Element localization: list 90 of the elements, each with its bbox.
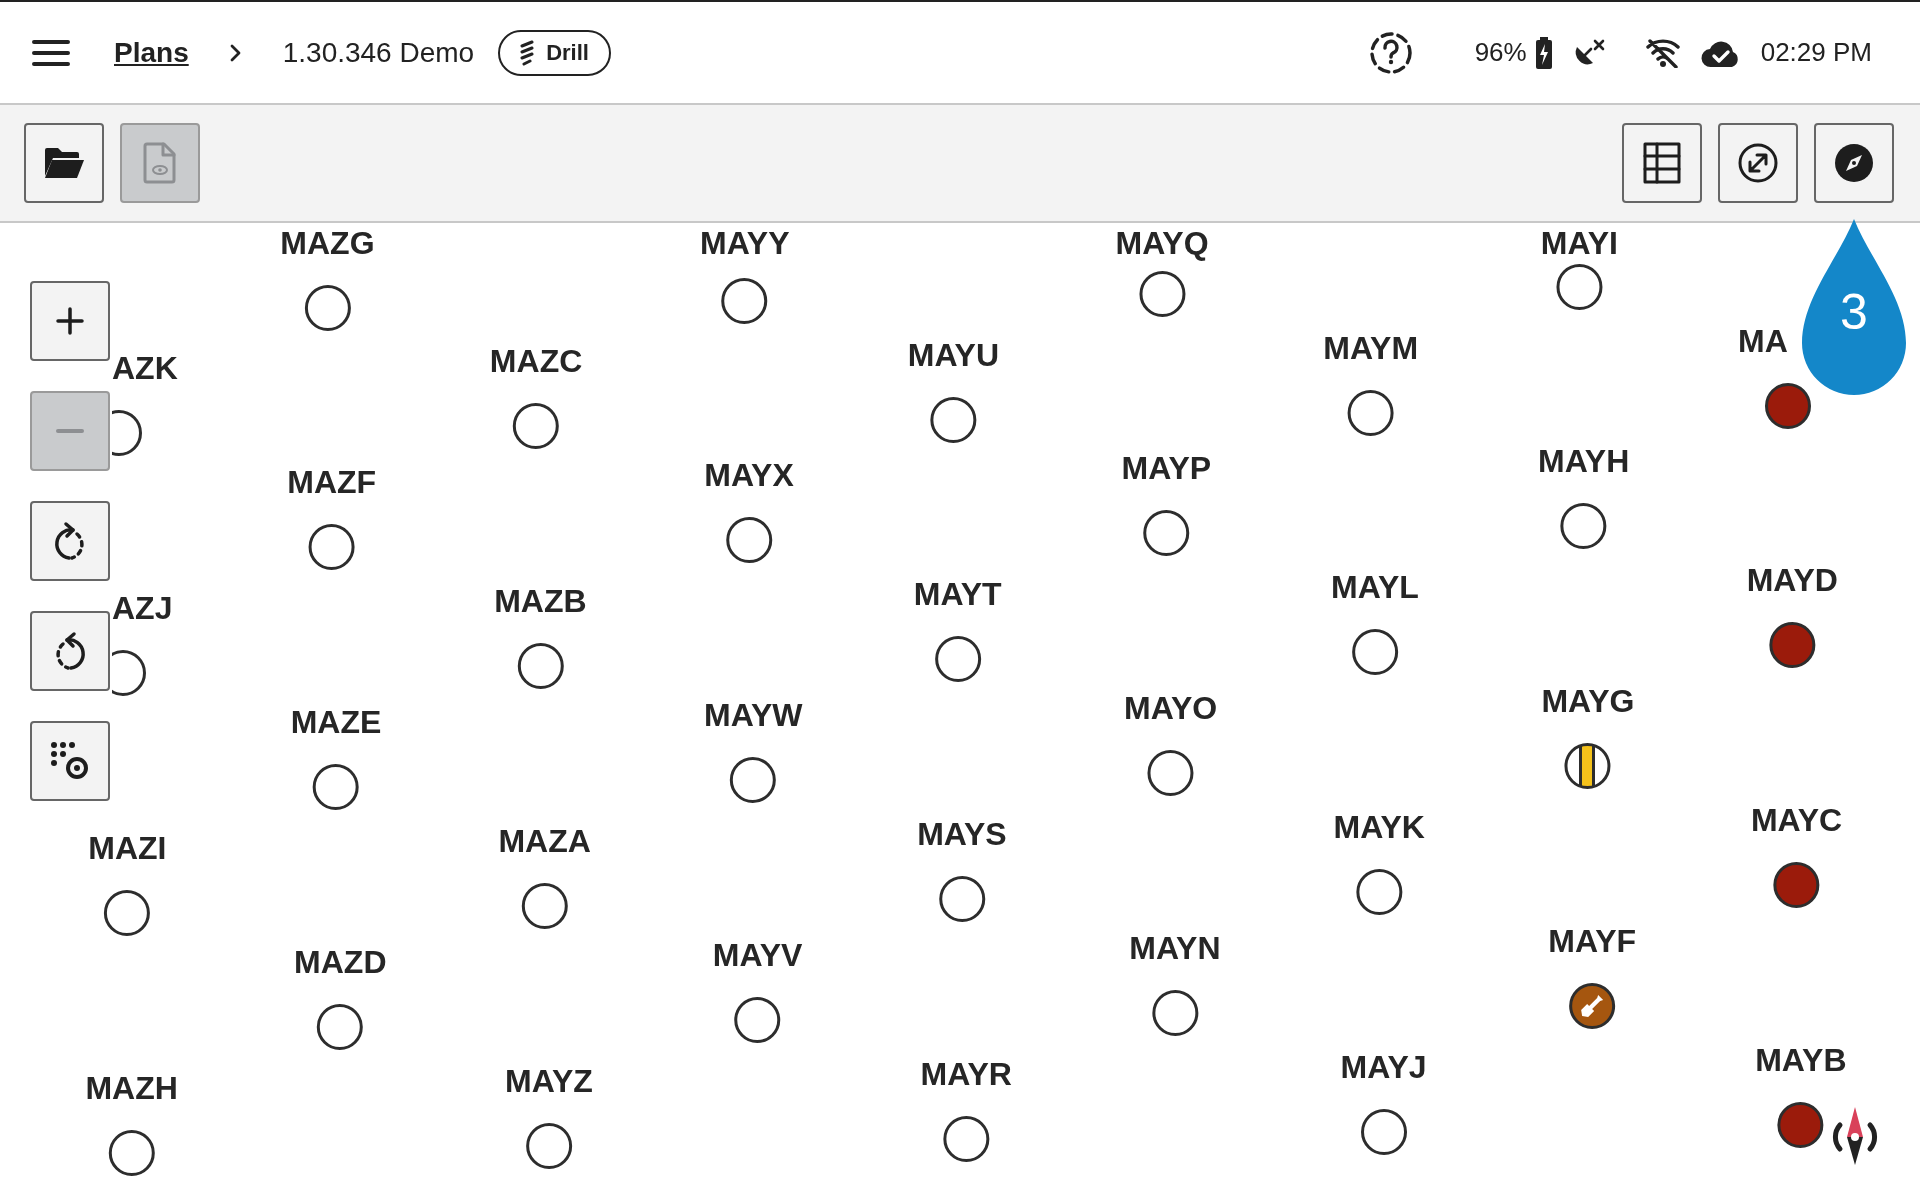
hole-marker[interactable] — [1560, 503, 1607, 550]
battery-percentage: 96% — [1474, 37, 1527, 68]
hole-label: MAYX — [704, 457, 794, 494]
hole-label: MAZB — [494, 583, 587, 620]
hole-marker[interactable] — [112, 410, 142, 457]
hole-marker[interactable] — [304, 284, 351, 331]
hole-label: MAYF — [1548, 923, 1637, 960]
folder-icon — [43, 146, 85, 180]
hole-label: MAYL — [1331, 569, 1419, 606]
hole-label: MAZE — [290, 704, 382, 741]
hole-label: MAZH — [85, 1070, 178, 1107]
document-view-icon — [143, 142, 177, 184]
compass-icon — [1833, 142, 1875, 184]
hole-marker[interactable] — [1773, 862, 1820, 909]
hole-marker[interactable] — [313, 764, 359, 811]
plan-title: 1.30.346 Demo — [282, 36, 475, 69]
hole-marker[interactable] — [112, 650, 147, 697]
battery-charging-icon — [1534, 36, 1553, 69]
hole-label: MAYB — [1755, 1042, 1847, 1079]
zoom-in-button[interactable] — [30, 281, 110, 361]
hole-marker[interactable] — [517, 643, 564, 690]
hole-marker[interactable] — [726, 517, 772, 564]
hole-marker[interactable] — [1569, 983, 1616, 1030]
hole-label: MAYJ — [1340, 1049, 1427, 1086]
wifi-off-icon — [1644, 37, 1681, 68]
hole-marker[interactable] — [721, 277, 768, 324]
points-button[interactable] — [30, 721, 110, 801]
hole-label: MAZD — [294, 944, 387, 981]
minus-icon — [55, 428, 85, 434]
hole-label: MAYP — [1121, 450, 1212, 487]
hole-label: MAZC — [489, 343, 583, 380]
menu-button[interactable] — [32, 38, 70, 67]
grid-view-button[interactable] — [1622, 123, 1702, 203]
hole-marker[interactable] — [521, 883, 568, 930]
hole-marker[interactable] — [108, 1130, 155, 1177]
hole-marker[interactable] — [308, 524, 355, 571]
hole-label: MAYQ — [1115, 225, 1209, 261]
menu-icon — [32, 38, 70, 67]
hole-label: MAYW — [704, 697, 803, 734]
hole-marker[interactable] — [943, 1116, 990, 1163]
open-folder-button[interactable] — [24, 123, 104, 203]
hole-label: MAZG — [280, 225, 375, 261]
breadcrumb-link[interactable]: Plans — [114, 36, 189, 69]
rotate-counterclockwise-button[interactable] — [30, 611, 110, 691]
hole-marker[interactable] — [1777, 1102, 1824, 1149]
hole-label: MAYT — [913, 576, 1002, 613]
hole-marker[interactable] — [1347, 389, 1394, 436]
clock-time: 02:29 PM — [1760, 37, 1872, 68]
compass-button[interactable] — [1814, 123, 1894, 203]
hole-label: MAYS — [917, 816, 1007, 853]
hole-marker[interactable] — [1147, 750, 1194, 797]
hole-label: MAZI — [88, 830, 167, 867]
hole-marker[interactable] — [930, 396, 977, 443]
help-icon[interactable] — [1368, 30, 1413, 75]
hole-label: AZK — [112, 350, 178, 387]
hole-label: MAYO — [1124, 690, 1218, 727]
rotate-clockwise-button[interactable] — [30, 501, 110, 581]
hole-label: MAYR — [920, 1056, 1012, 1093]
hole-label: MAYH — [1538, 443, 1630, 480]
hole-marker[interactable] — [1356, 869, 1403, 916]
chevron-right-icon — [228, 42, 243, 63]
resize-button[interactable] — [1718, 123, 1798, 203]
hole-label: MAYZ — [505, 1063, 593, 1100]
hole-label: AZJ — [112, 590, 173, 627]
hole-label: MAYC — [1750, 802, 1843, 839]
hole-marker[interactable] — [1564, 743, 1611, 790]
points-target-icon — [50, 741, 90, 781]
hole-label: MAYG — [1541, 683, 1635, 720]
hole-marker[interactable] — [1769, 622, 1816, 669]
hole-label: MAYN — [1129, 930, 1221, 967]
hole-label: MAYI — [1540, 225, 1618, 261]
grid-icon — [1643, 142, 1681, 184]
mode-label: Drill — [546, 39, 589, 66]
hole-label: MAYM — [1323, 329, 1419, 366]
hole-label: MAYD — [1746, 562, 1838, 599]
hole-label: MAYV — [712, 937, 803, 974]
hole-marker[interactable] — [1143, 510, 1190, 557]
hole-marker[interactable] — [1556, 263, 1603, 310]
plus-icon — [55, 306, 85, 336]
resize-icon — [1737, 142, 1779, 184]
hole-label: MAYU — [907, 336, 999, 373]
hole-marker[interactable] — [734, 997, 781, 1044]
hole-label: MAYK — [1333, 809, 1425, 846]
hole-label: MAZA — [498, 823, 591, 860]
drill-bit-icon — [520, 39, 535, 66]
hole-label: MA — [1738, 322, 1788, 359]
hole-marker[interactable] — [1139, 270, 1186, 317]
hole-label: MAZF — [287, 464, 377, 501]
hole-label: MAYY — [700, 225, 790, 261]
hole-marker[interactable] — [1765, 382, 1811, 429]
